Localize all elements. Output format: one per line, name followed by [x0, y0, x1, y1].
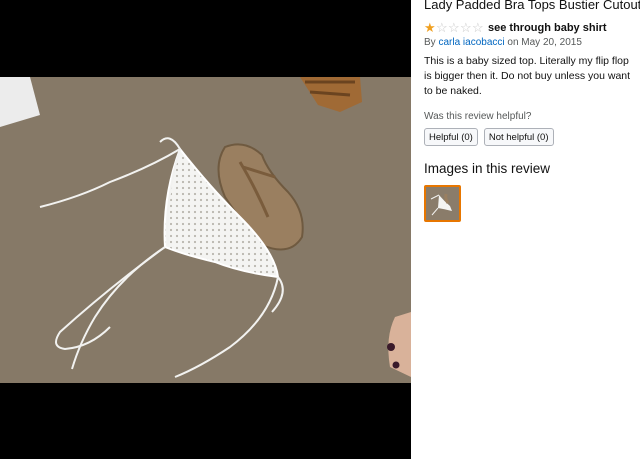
- review-byline: By carla iacobacci on May 20, 2015: [424, 37, 632, 48]
- review-panel: Lady Padded Bra Tops Bustier Cutout Vest…: [411, 0, 640, 459]
- author-link[interactable]: carla iacobacci: [438, 37, 504, 48]
- helpful-button[interactable]: Helpful (0): [424, 128, 478, 146]
- review-title: see through baby shirt: [488, 21, 607, 34]
- star-icon: ☆: [460, 20, 472, 35]
- helpful-question: Was this review helpful?: [424, 111, 532, 122]
- helpful-vote-row: Helpful (0) Not helpful (0): [424, 128, 632, 146]
- star-rating: ★ ☆ ☆ ☆ ☆: [424, 21, 484, 34]
- star-icon: ☆: [448, 20, 460, 35]
- star-icon: ★: [424, 20, 436, 35]
- review-body: This is a baby sized top. Literally my f…: [424, 55, 631, 97]
- star-icon: ☆: [472, 20, 484, 35]
- image-viewer: [0, 0, 411, 459]
- review-date: on May 20, 2015: [507, 37, 582, 48]
- product-title[interactable]: Lady Padded Bra Tops Bustier Cutout Vest…: [424, 0, 640, 13]
- byline-prefix: By: [424, 37, 436, 48]
- review-photo: [0, 77, 411, 383]
- star-icon: ☆: [436, 20, 448, 35]
- review-header: ★ ☆ ☆ ☆ ☆ see through baby shirt: [424, 21, 632, 34]
- review-image-thumbnail[interactable]: [424, 185, 461, 222]
- images-heading: Images in this review: [424, 161, 551, 176]
- not-helpful-button[interactable]: Not helpful (0): [483, 128, 554, 146]
